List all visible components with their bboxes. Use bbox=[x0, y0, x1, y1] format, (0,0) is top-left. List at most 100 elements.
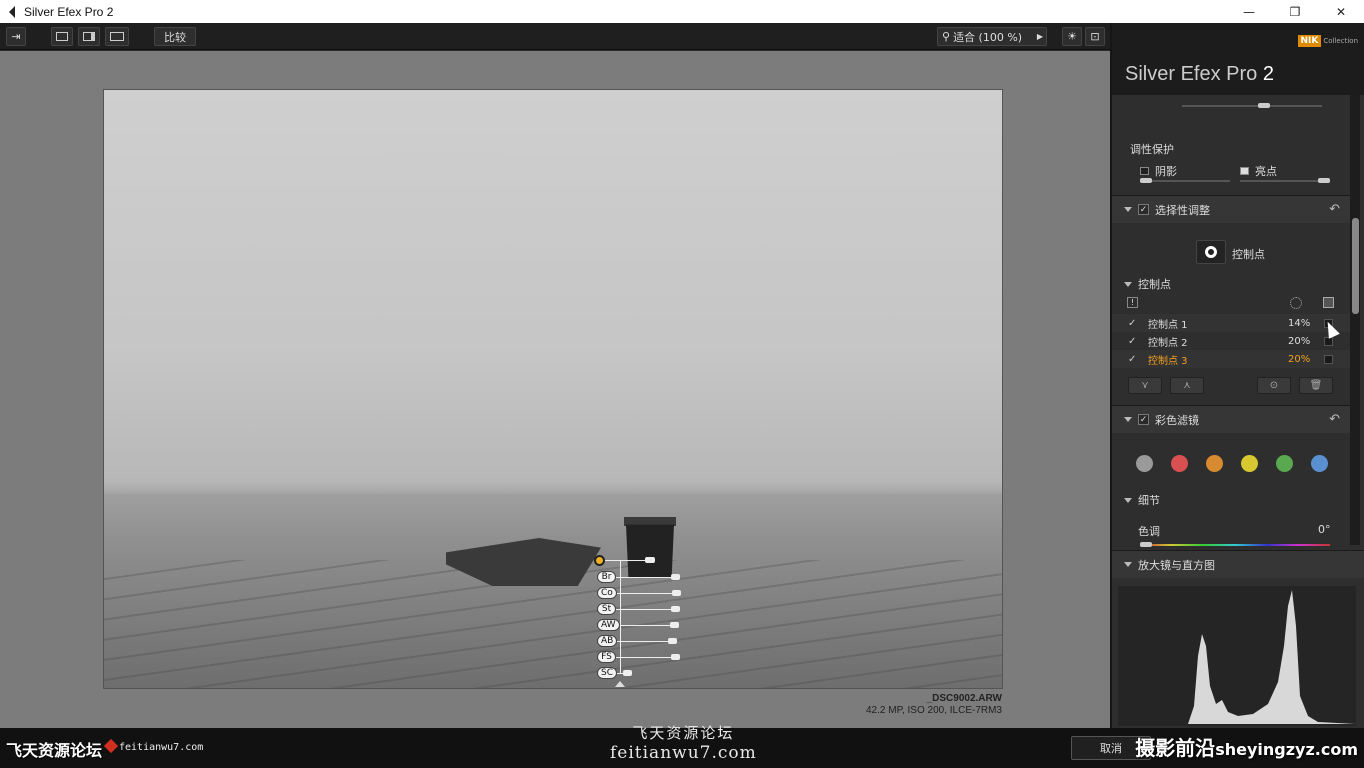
mask-toggle[interactable] bbox=[1324, 354, 1333, 364]
histogram-shape bbox=[1188, 590, 1356, 724]
adjustment-panel: NIK Collection Silver Efex Pro 2 调性保护 阴影… bbox=[1110, 23, 1364, 728]
cp-slider-sc[interactable]: SC bbox=[597, 667, 632, 679]
exit-icon[interactable]: ⇥ bbox=[6, 27, 26, 46]
color-filter-swatch[interactable] bbox=[1171, 455, 1188, 472]
zoom-label: 适合 (100 %) bbox=[953, 30, 1023, 44]
ungroup-icon[interactable]: ⋏ bbox=[1170, 377, 1204, 394]
color-filter-swatch[interactable] bbox=[1136, 455, 1153, 472]
selective-adjust-title: 选择性调整 bbox=[1155, 203, 1210, 217]
single-view-icon bbox=[56, 32, 68, 41]
control-point-row-2[interactable]: ✓ 控制点 2 20% bbox=[1112, 332, 1350, 350]
cp-knob[interactable] bbox=[623, 670, 632, 676]
panel-toggle-icon[interactable]: ⊡ bbox=[1085, 27, 1105, 46]
cp-slider-st[interactable]: St bbox=[597, 603, 680, 615]
split-view-button[interactable] bbox=[78, 27, 100, 46]
group-icon[interactable]: ⋎ bbox=[1128, 377, 1162, 394]
expand-icon[interactable] bbox=[1124, 207, 1132, 212]
color-filter-header[interactable]: ✓ 彩色滤镜 ↶ bbox=[1112, 405, 1350, 433]
shadow-slider-knob[interactable] bbox=[1140, 178, 1152, 183]
compare-button[interactable]: 比较 bbox=[154, 27, 196, 46]
app-icon bbox=[5, 5, 15, 18]
hue-slider-knob[interactable] bbox=[1140, 542, 1152, 547]
delete-icon[interactable]: 🗑 bbox=[1299, 377, 1333, 394]
cp-slider-co[interactable]: Co bbox=[597, 587, 681, 599]
cp-knob[interactable] bbox=[671, 590, 681, 596]
shadow-slider-track bbox=[1140, 180, 1230, 182]
highlight-slider-track bbox=[1240, 180, 1330, 182]
top-slider-knob[interactable] bbox=[1258, 103, 1270, 108]
minimize-button[interactable]: — bbox=[1226, 0, 1272, 23]
cp-slider-br[interactable]: Br bbox=[597, 571, 680, 583]
control-point-name: 控制点 2 bbox=[1148, 337, 1188, 349]
logo-collection-text: Collection bbox=[1323, 37, 1358, 45]
color-filter-swatch[interactable] bbox=[1276, 455, 1293, 472]
cp-label-aw: AW bbox=[597, 619, 620, 631]
expand-icon[interactable] bbox=[1124, 497, 1132, 503]
cp-knob[interactable] bbox=[669, 622, 679, 628]
cp-slider-fs[interactable]: FS bbox=[597, 651, 680, 663]
expand-icon[interactable] bbox=[1124, 562, 1132, 567]
color-filter-swatch[interactable] bbox=[1241, 455, 1258, 472]
control-point-pct: 20% bbox=[1288, 353, 1311, 365]
shadow-label: 阴影 bbox=[1155, 165, 1177, 178]
duplicate-icon[interactable]: ⊙ bbox=[1257, 377, 1291, 394]
panel-header: NIK Collection Silver Efex Pro 2 bbox=[1112, 23, 1364, 95]
cp-slider-aw[interactable]: AW bbox=[597, 619, 679, 631]
loupe-histogram-header[interactable]: 放大镜与直方图 bbox=[1112, 550, 1364, 578]
expand-icon[interactable] bbox=[1124, 417, 1132, 422]
highlight-icon bbox=[1240, 167, 1249, 175]
undo-icon[interactable]: ↶ bbox=[1329, 202, 1340, 217]
close-button[interactable]: ✕ bbox=[1318, 0, 1364, 23]
maximize-button[interactable]: ❐ bbox=[1272, 0, 1318, 23]
cp-knob[interactable] bbox=[668, 638, 678, 644]
magnifier-icon: ⚲ bbox=[942, 30, 951, 43]
zoom-select[interactable]: ⚲ 适合 (100 %) ▶ bbox=[937, 27, 1047, 46]
color-filter-swatch[interactable] bbox=[1206, 455, 1223, 472]
color-filter-checkbox[interactable]: ✓ bbox=[1138, 414, 1149, 425]
window-controls: — ❐ ✕ bbox=[1226, 0, 1364, 23]
row-checkbox[interactable]: ✓ bbox=[1128, 318, 1136, 329]
preview-image[interactable] bbox=[103, 89, 1003, 689]
show-all-icon[interactable]: ! bbox=[1127, 297, 1138, 308]
cp-label-br: Br bbox=[597, 571, 616, 583]
cp-line bbox=[619, 624, 670, 626]
selective-adjust-header[interactable]: ✓ 选择性调整 ↶ bbox=[1112, 195, 1350, 223]
highlight-slider-knob[interactable] bbox=[1318, 178, 1330, 183]
panel-scrollbar-thumb[interactable] bbox=[1352, 218, 1359, 314]
cp-label-co: Co bbox=[597, 587, 617, 599]
highlight-label: 亮点 bbox=[1255, 165, 1277, 178]
undo-icon[interactable]: ↶ bbox=[1329, 412, 1340, 427]
hue-label: 色调 bbox=[1138, 525, 1160, 538]
selective-adjust-checkbox[interactable]: ✓ bbox=[1138, 204, 1149, 215]
cp-knob[interactable] bbox=[671, 654, 680, 660]
cp-label-sc: SC bbox=[597, 667, 617, 679]
expand-icon[interactable] bbox=[1124, 281, 1132, 287]
control-point-size-knob[interactable] bbox=[645, 557, 655, 563]
row-checkbox[interactable]: ✓ bbox=[1128, 354, 1136, 365]
control-point-row-3[interactable]: ✓ 控制点 3 20% bbox=[1112, 350, 1350, 368]
shadow-icon bbox=[1140, 167, 1149, 175]
control-points-header[interactable]: 控制点 bbox=[1124, 276, 1171, 292]
image-viewer[interactable]: Br Co St AW AB FS SC _DSC9002.ARW 42.2 M… bbox=[0, 51, 1110, 728]
row-checkbox[interactable]: ✓ bbox=[1128, 336, 1136, 347]
details-header[interactable]: 细节 bbox=[1124, 492, 1160, 508]
color-filter-swatch[interactable] bbox=[1311, 455, 1328, 472]
cp-label-st: St bbox=[597, 603, 616, 615]
cp-knob[interactable] bbox=[671, 574, 680, 580]
show-mask-icon[interactable] bbox=[1323, 297, 1334, 308]
control-point-handle[interactable] bbox=[594, 555, 605, 566]
cp-slider-ab[interactable]: AB bbox=[597, 635, 678, 647]
side-by-side-button[interactable] bbox=[105, 27, 129, 46]
hue-value: 0° bbox=[1318, 523, 1331, 536]
panel-scrollbar[interactable] bbox=[1350, 95, 1360, 545]
add-control-point-button[interactable] bbox=[1196, 240, 1226, 264]
cp-line bbox=[616, 656, 671, 658]
bulb-icon[interactable]: ☀ bbox=[1062, 27, 1082, 46]
collapse-arrow-icon[interactable] bbox=[615, 681, 625, 687]
single-view-button[interactable] bbox=[51, 27, 73, 46]
cp-knob[interactable] bbox=[671, 606, 680, 612]
control-point-row-1[interactable]: ✓ 控制点 1 14% bbox=[1112, 314, 1350, 332]
control-point-name: 控制点 1 bbox=[1148, 319, 1188, 331]
title-bar: Silver Efex Pro 2 — ❐ ✕ bbox=[0, 0, 1364, 23]
show-selection-icon[interactable] bbox=[1290, 297, 1302, 309]
